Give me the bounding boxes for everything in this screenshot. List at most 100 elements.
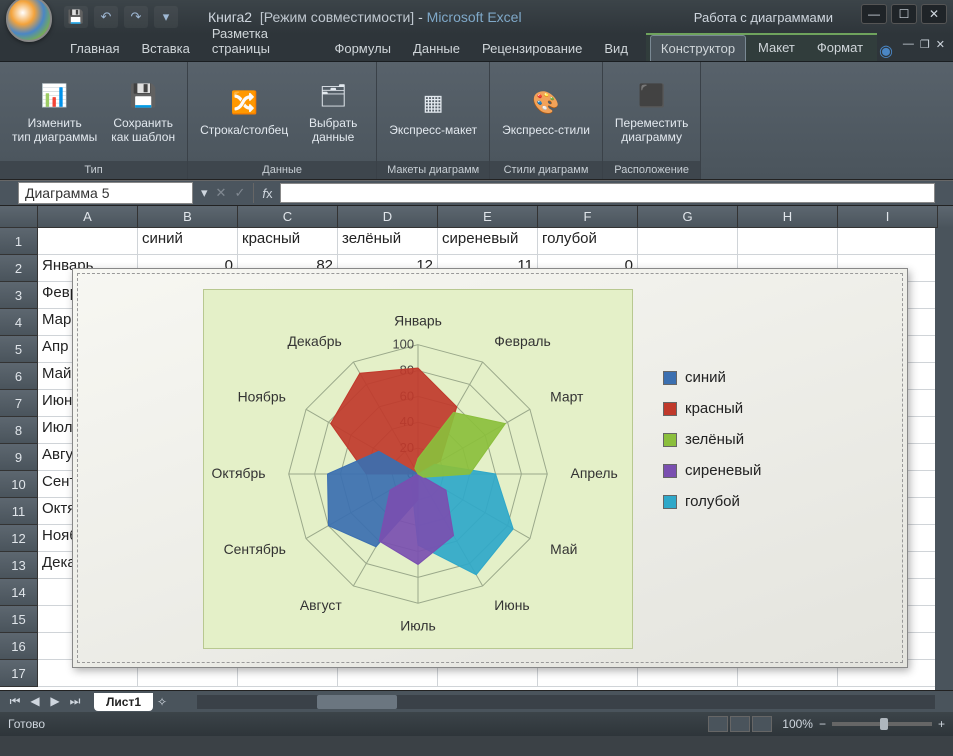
quick-layout-button[interactable]: ▦Экспресс-макет	[385, 83, 481, 141]
column-header[interactable]: H	[738, 206, 838, 228]
select-all-corner[interactable]	[0, 206, 38, 228]
redo-icon[interactable]: ↷	[124, 6, 148, 28]
row-header[interactable]: 1	[0, 228, 38, 255]
row-header[interactable]: 4	[0, 309, 38, 336]
row-header[interactable]: 5	[0, 336, 38, 363]
sheet-nav-prev[interactable]: ◀	[26, 694, 44, 709]
formula-input[interactable]	[280, 183, 935, 203]
column-header[interactable]: E	[438, 206, 538, 228]
column-header[interactable]: A	[38, 206, 138, 228]
minimize-button[interactable]: —	[861, 4, 887, 24]
row-header[interactable]: 11	[0, 498, 38, 525]
switch-rowcol-icon: 🔀	[228, 87, 260, 119]
row-header[interactable]: 10	[0, 471, 38, 498]
row-header[interactable]: 6	[0, 363, 38, 390]
tab-Данные[interactable]: Данные	[403, 36, 470, 61]
row-header[interactable]: 12	[0, 525, 38, 552]
zoom-control[interactable]: 100% − +	[782, 717, 945, 731]
qat-dropdown-icon[interactable]: ▾	[154, 6, 178, 28]
sheet-nav-last[interactable]: ⏭	[66, 694, 84, 709]
view-page-layout[interactable]	[730, 716, 750, 732]
legend-item[interactable]: синий	[663, 369, 761, 386]
tab-Вид[interactable]: Вид	[594, 36, 638, 61]
cell[interactable]: сиреневый	[438, 228, 538, 255]
row-header[interactable]: 17	[0, 660, 38, 687]
column-header[interactable]: C	[238, 206, 338, 228]
cell[interactable]	[838, 228, 938, 255]
move-chart-button[interactable]: ⬛Переместитьдиаграмму	[611, 76, 693, 148]
legend-item[interactable]: голубой	[663, 493, 761, 510]
svg-text:Август: Август	[300, 597, 342, 613]
zoom-in-icon[interactable]: +	[938, 717, 945, 731]
chart-legend[interactable]: синий красный зелёный сиреневый голубой	[663, 369, 761, 667]
save-icon[interactable]: 💾	[64, 6, 88, 28]
new-sheet-icon[interactable]: ✧	[157, 695, 167, 709]
tab-Макет[interactable]: Макет	[748, 35, 805, 61]
legend-item[interactable]: красный	[663, 400, 761, 417]
tab-Формулы[interactable]: Формулы	[324, 36, 401, 61]
namebox-dropdown-icon[interactable]: ▾	[201, 185, 208, 201]
close-button[interactable]: ✕	[921, 4, 947, 24]
row-header[interactable]: 7	[0, 390, 38, 417]
cell[interactable]: голубой	[538, 228, 638, 255]
chart-object[interactable]: ЯнварьФевральМартАпрельМайИюньИюльАвгуст…	[72, 268, 908, 668]
row-header[interactable]: 8	[0, 417, 38, 444]
quick-style-button[interactable]: 🎨Экспресс-стили	[498, 83, 594, 141]
undo-icon[interactable]: ↶	[94, 6, 118, 28]
column-header[interactable]: B	[138, 206, 238, 228]
save-template-button[interactable]: 💾Сохранитькак шаблон	[107, 76, 179, 148]
tab-Конструктор[interactable]: Конструктор	[650, 35, 746, 61]
sheet-nav-next[interactable]: ▶	[46, 694, 64, 709]
row-header[interactable]: 14	[0, 579, 38, 606]
name-box[interactable]: Диаграмма 5	[18, 182, 193, 204]
cell[interactable]	[738, 228, 838, 255]
row-header[interactable]: 9	[0, 444, 38, 471]
maximize-button[interactable]: ☐	[891, 4, 917, 24]
fx-icon[interactable]: fx	[262, 186, 272, 201]
cell[interactable]: красный	[238, 228, 338, 255]
row-header[interactable]: 2	[0, 255, 38, 282]
row-header[interactable]: 15	[0, 606, 38, 633]
mdi-minimize[interactable]: —	[903, 38, 914, 51]
select-data-button[interactable]: 🗂Выбратьданные	[298, 76, 368, 148]
cell[interactable]: зелёный	[338, 228, 438, 255]
svg-text:Март: Март	[550, 389, 584, 405]
row-header[interactable]: 16	[0, 633, 38, 660]
mdi-close[interactable]: ✕	[936, 38, 945, 51]
ribbon-tabs: ГлавнаяВставкаРазметка страницыФормулыДа…	[0, 34, 953, 62]
cancel-icon[interactable]: ✕	[216, 185, 227, 201]
row-header[interactable]: 3	[0, 282, 38, 309]
column-header[interactable]: F	[538, 206, 638, 228]
zoom-out-icon[interactable]: −	[819, 717, 826, 731]
change-type-button[interactable]: 📊Изменитьтип диаграммы	[8, 76, 101, 148]
help-icon[interactable]: ◉	[879, 41, 893, 61]
svg-text:Апрель: Апрель	[571, 465, 618, 481]
sheet-nav-first[interactable]: ⏮	[6, 694, 24, 709]
tab-Главная[interactable]: Главная	[60, 36, 129, 61]
row-header[interactable]: 13	[0, 552, 38, 579]
legend-item[interactable]: сиреневый	[663, 462, 761, 479]
column-header[interactable]: I	[838, 206, 938, 228]
change-type-icon: 📊	[39, 80, 71, 112]
cell[interactable]: синий	[138, 228, 238, 255]
tab-Рецензирование[interactable]: Рецензирование	[472, 36, 592, 61]
worksheet-grid[interactable]: ABCDEFGHI 1синийкрасныйзелёныйсиреневыйг…	[0, 206, 953, 690]
horizontal-scrollbar[interactable]	[197, 695, 935, 709]
sheet-tab[interactable]: Лист1	[94, 693, 153, 711]
tab-Разметка страницы[interactable]: Разметка страницы	[202, 21, 323, 61]
cell[interactable]	[38, 228, 138, 255]
legend-item[interactable]: зелёный	[663, 431, 761, 448]
column-header[interactable]: G	[638, 206, 738, 228]
view-page-break[interactable]	[752, 716, 772, 732]
column-header[interactable]: D	[338, 206, 438, 228]
mdi-restore[interactable]: ❐	[920, 38, 930, 51]
svg-text:Октябрь: Октябрь	[212, 465, 266, 481]
vertical-scrollbar[interactable]	[935, 228, 953, 690]
enter-icon[interactable]: ✓	[234, 185, 245, 201]
view-normal[interactable]	[708, 716, 728, 732]
tab-Формат[interactable]: Формат	[807, 35, 873, 61]
cell[interactable]	[638, 228, 738, 255]
plot-area[interactable]: ЯнварьФевральМартАпрельМайИюньИюльАвгуст…	[203, 289, 633, 649]
tab-Вставка[interactable]: Вставка	[131, 36, 199, 61]
switch-rowcol-button[interactable]: 🔀Строка/столбец	[196, 83, 292, 141]
